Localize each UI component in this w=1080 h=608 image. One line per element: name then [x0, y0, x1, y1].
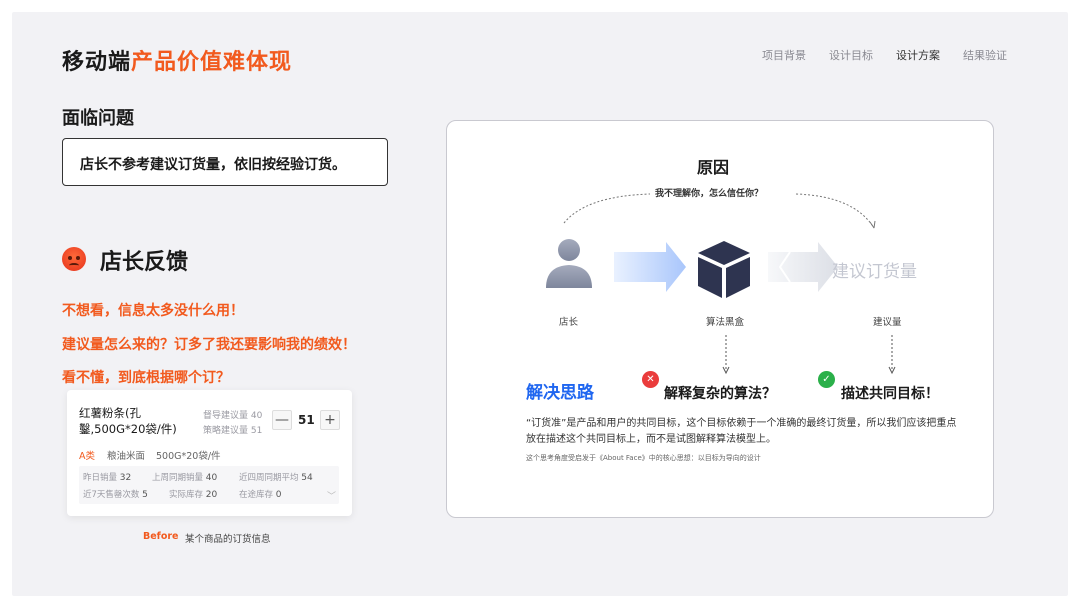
suggestion-label: 建议量: [873, 317, 902, 328]
feedback-line: 看不懂，到底根据哪个订？: [62, 370, 230, 386]
caption-label: Before: [143, 531, 179, 542]
nav-item-design[interactable]: 设计方案: [896, 47, 940, 63]
stat-item: 近7天售罄次数 5: [83, 490, 148, 500]
arrow-right-icon: [614, 242, 686, 292]
black-box-label: 算法黑盒: [706, 317, 745, 328]
solution-description: “订货准”是产品和用户的共同目标，这个目标依赖于一个准确的最终订货量，所以我们应…: [526, 418, 957, 445]
supervisor-suggestion: 督导建议量 40: [203, 411, 263, 421]
black-box-icon: [698, 241, 750, 298]
right-approach: 描述共同目标！: [841, 386, 939, 402]
nav-item-background[interactable]: 项目背景: [762, 47, 806, 63]
product-name: 红薯粉条(孔鑿,500G*20袋/件): [79, 406, 177, 436]
suggested-order-output: 建议订货量: [832, 262, 917, 282]
feedback-line: 建议量怎么来的？订多了我还要影响我的绩效！: [62, 337, 356, 353]
stat-item: 上周同期销量 40: [152, 473, 218, 483]
dashed-arc-left: [563, 193, 651, 224]
cross-icon: ✕: [642, 371, 659, 388]
solution-title: 解决思路: [526, 383, 594, 403]
dashed-arc-right: [795, 193, 875, 229]
nav-item-results[interactable]: 结果验证: [963, 47, 1007, 63]
feedback-title: 店长反馈: [100, 250, 189, 275]
wrong-approach: 解释复杂的算法？: [664, 386, 776, 402]
check-icon: ✓: [818, 371, 835, 388]
class-badge: A类: [79, 451, 95, 462]
person-icon: [546, 239, 592, 288]
angry-face-icon: [62, 247, 86, 271]
stat-item: 实际库存 20: [169, 490, 218, 500]
page-title: 移动端产品价值难体现: [62, 50, 293, 75]
stat-item: 在途库存 0: [239, 490, 282, 500]
diagram-graphic: [546, 193, 896, 375]
footnote: 这个思考角度受启发于《About Face》中的核心思想：以目标为导向的设计: [526, 454, 761, 462]
strategy-suggestion: 策略建议量 51: [203, 426, 263, 436]
problem-heading: 面临问题: [62, 108, 134, 129]
quantity-value[interactable]: 51: [298, 413, 315, 427]
nav-item-goals[interactable]: 设计目标: [829, 47, 873, 63]
caption-text: 某个商品的订货信息: [185, 534, 271, 545]
arrow-right-faded-icon: [768, 242, 838, 292]
increment-button[interactable]: +: [320, 410, 340, 430]
category-label: 粮油米面: [107, 451, 146, 462]
chevron-down-icon[interactable]: ﹀: [327, 489, 336, 502]
stat-item: 昨日销量 32: [83, 473, 132, 483]
spec-label: 500G*20袋/件: [156, 451, 221, 462]
decrement-button[interactable]: —: [272, 410, 292, 430]
store-manager-label: 店长: [559, 317, 579, 328]
feedback-line: 不想看，信息太多没什么用！: [62, 303, 244, 319]
stat-item: 近四周同期平均 54: [239, 473, 313, 483]
problem-text: 店长不参考建议订货量，依旧按经验订货。: [80, 157, 346, 173]
